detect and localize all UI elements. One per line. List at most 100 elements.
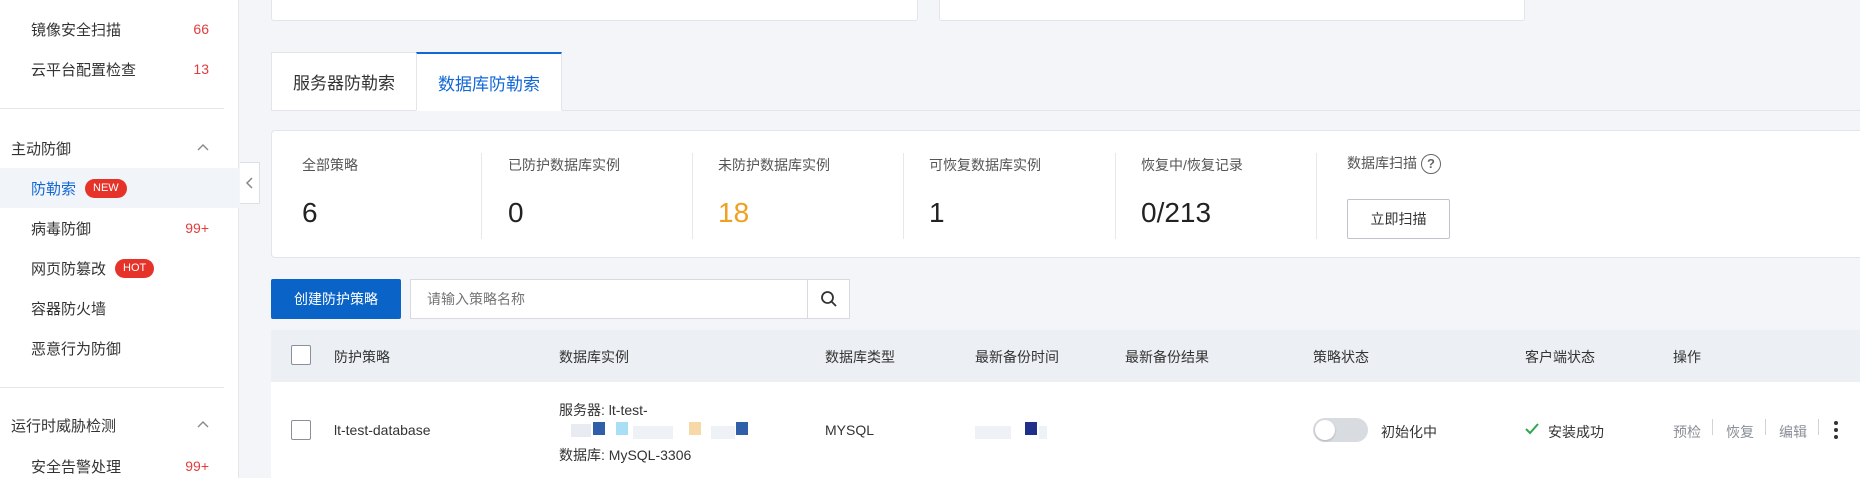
- stat-label: 已防护数据库实例: [508, 157, 620, 173]
- sidebar-item-virus-defense[interactable]: 病毒防御 99+: [0, 208, 239, 248]
- sidebar-divider: [0, 387, 224, 388]
- sidebar-item-malicious-behavior[interactable]: 恶意行为防御: [0, 328, 239, 368]
- sidebar-item-label: 病毒防御: [31, 220, 92, 238]
- op-separator: [1765, 419, 1766, 435]
- stat-label: 可恢复数据库实例: [929, 157, 1041, 173]
- column-header: 策略状态: [1313, 349, 1369, 365]
- policy-name[interactable]: lt-test-database: [334, 422, 431, 438]
- top-card: [939, 0, 1525, 21]
- column-header: 数据库实例: [559, 349, 629, 365]
- op-separator: [1818, 419, 1819, 435]
- tab-server-ransomware[interactable]: 服务器防勒索: [271, 52, 417, 111]
- stat-value[interactable]: 18: [718, 197, 749, 229]
- redacted-block: [736, 422, 748, 435]
- search-box: [410, 279, 850, 319]
- table-row: lt-test-database 服务器: lt-test- 数据库: MySQ…: [271, 382, 1860, 478]
- sidebar-collapse-toggle[interactable]: [240, 162, 260, 204]
- db-type: MYSQL: [825, 422, 875, 438]
- instance-db: 数据库: MySQL-3306: [559, 447, 692, 463]
- sidebar-item-count: 66: [193, 21, 209, 37]
- column-header: 客户端状态: [1525, 349, 1595, 365]
- stat-divider: [1316, 153, 1317, 239]
- precheck-link[interactable]: 预检: [1673, 422, 1701, 442]
- redacted-block: [711, 426, 735, 439]
- stat-label: 未防护数据库实例: [718, 157, 830, 173]
- redacted-backup-time: [1025, 422, 1037, 435]
- sidebar-item-label: 云平台配置检查: [31, 61, 137, 79]
- sidebar-item-image-scan[interactable]: 镜像安全扫描 66: [0, 9, 239, 49]
- stat-label: 恢复中/恢复记录: [1141, 157, 1243, 173]
- redacted-block: [593, 422, 605, 435]
- sidebar-item-label: 恶意行为防御: [31, 340, 122, 358]
- op-separator: [1712, 419, 1713, 435]
- help-icon[interactable]: ?: [1421, 154, 1441, 175]
- stat-label: 全部策略: [302, 157, 358, 173]
- sidebar-group-label: 主动防御: [11, 140, 72, 158]
- sidebar-item-security-alerts[interactable]: 安全告警处理 99+: [0, 446, 239, 478]
- db-scan-label: 数据库扫描: [1347, 155, 1417, 171]
- hot-badge: HOT: [115, 258, 155, 278]
- policy-status-toggle[interactable]: [1313, 418, 1368, 442]
- stat-value: 6: [302, 197, 318, 228]
- stat-divider: [481, 153, 482, 239]
- redacted-backup-time: [975, 426, 1011, 439]
- sidebar-group-runtime[interactable]: 运行时威胁检测: [0, 405, 239, 445]
- sidebar-group-active-defense[interactable]: 主动防御: [0, 128, 239, 168]
- sidebar-item-count: 13: [193, 61, 209, 77]
- column-header: 防护策略: [334, 349, 390, 365]
- check-icon: [1525, 423, 1539, 435]
- tab-bar: 服务器防勒索 数据库防勒索: [271, 52, 562, 111]
- search-button[interactable]: [807, 280, 849, 318]
- stat-value: 1: [929, 197, 945, 228]
- sidebar-group-label: 运行时威胁检测: [11, 417, 117, 435]
- search-icon: [820, 291, 837, 307]
- toggle-knob: [1315, 420, 1335, 440]
- chevron-up-icon: [197, 144, 209, 151]
- more-icon[interactable]: [1833, 420, 1839, 440]
- redacted-block: [689, 422, 701, 435]
- search-input[interactable]: [411, 280, 807, 318]
- restore-link[interactable]: 恢复: [1726, 422, 1754, 442]
- sidebar-item-label: 镜像安全扫描: [31, 21, 122, 39]
- redacted-backup-time: [1039, 426, 1047, 439]
- sidebar: 镜像安全扫描 66 云平台配置检查 13 主动防御 防勒索 NEW 病毒防御 9…: [0, 0, 239, 478]
- sidebar-item-label: 容器防火墙: [31, 300, 107, 318]
- scan-now-button[interactable]: 立即扫描: [1347, 199, 1450, 239]
- sidebar-item-label: 安全告警处理: [31, 458, 122, 476]
- sidebar-item-label: 防勒索: [31, 180, 77, 198]
- column-header: 操作: [1673, 349, 1701, 365]
- chevron-up-icon: [197, 421, 209, 428]
- sidebar-item-label: 网页防篡改: [31, 260, 107, 278]
- redacted-block: [633, 426, 673, 439]
- stats-card: 全部策略 6 已防护数据库实例 0 未防护数据库实例 18 可恢复数据库实例 1…: [271, 130, 1860, 258]
- create-policy-button[interactable]: 创建防护策略: [271, 279, 401, 319]
- sidebar-item-ransomware[interactable]: 防勒索 NEW: [0, 168, 239, 208]
- sidebar-item-count: 99+: [185, 458, 209, 474]
- new-badge: NEW: [85, 178, 127, 198]
- stat-divider: [692, 153, 693, 239]
- stat-label: 数据库扫描?: [1347, 153, 1441, 175]
- stat-divider: [903, 153, 904, 239]
- stat-divider: [1115, 153, 1116, 239]
- row-checkbox[interactable]: [291, 420, 311, 440]
- stat-value: 0: [508, 197, 524, 228]
- stat-value: 0/213: [1141, 197, 1212, 228]
- column-header: 数据库类型: [825, 349, 895, 365]
- sidebar-item-web-tamper[interactable]: 网页防篡改 HOT: [0, 248, 239, 288]
- instance-server: 服务器: lt-test-: [559, 402, 648, 418]
- edit-link[interactable]: 编辑: [1779, 422, 1807, 442]
- redacted-block: [616, 422, 628, 435]
- column-header: 最新备份时间: [975, 349, 1059, 365]
- sidebar-item-cloud-config[interactable]: 云平台配置检查 13: [0, 49, 239, 89]
- client-status-text: 安装成功: [1548, 424, 1604, 440]
- table-header: 防护策略 数据库实例 数据库类型 最新备份时间 最新备份结果 策略状态 客户端状…: [271, 330, 1860, 382]
- tab-database-ransomware[interactable]: 数据库防勒索: [416, 52, 562, 111]
- chevron-left-icon: [245, 177, 253, 189]
- column-header: 最新备份结果: [1125, 349, 1209, 365]
- policy-status-text: 初始化中: [1381, 424, 1437, 440]
- sidebar-divider: [0, 108, 224, 109]
- select-all-checkbox[interactable]: [291, 345, 311, 365]
- top-card: [271, 0, 918, 21]
- sidebar-item-container-firewall[interactable]: 容器防火墙: [0, 288, 239, 328]
- redacted-block: [571, 424, 591, 437]
